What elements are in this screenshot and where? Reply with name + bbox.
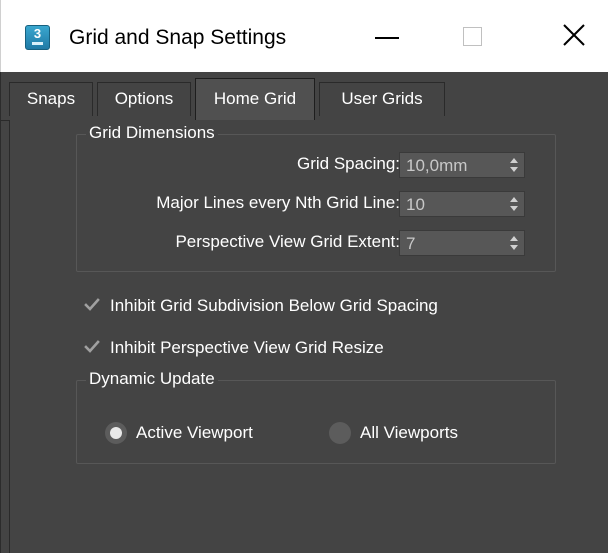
tab-snaps[interactable]: Snaps xyxy=(9,82,93,116)
window-title: Grid and Snap Settings xyxy=(69,26,287,49)
minimize-button[interactable] xyxy=(343,0,433,72)
active-viewport-radio-row[interactable]: Active Viewport xyxy=(105,421,305,445)
perspective-extent-value: 7 xyxy=(406,234,416,253)
title-bar[interactable]: 3 Grid and Snap Settings xyxy=(0,0,608,72)
dynamic-update-group: Dynamic Update Active Viewport All Viewp… xyxy=(76,368,556,464)
inhibit-resize-label: Inhibit Perspective View Grid Resize xyxy=(110,338,384,357)
all-viewports-radio[interactable] xyxy=(329,422,351,444)
spinner-arrows-icon[interactable] xyxy=(510,157,518,173)
major-lines-value: 10 xyxy=(406,195,425,214)
close-button[interactable] xyxy=(521,0,608,72)
perspective-extent-label: Perspective View Grid Extent: xyxy=(175,232,400,251)
tab-home-grid[interactable]: Home Grid xyxy=(195,78,315,120)
home-grid-panel: Grid Dimensions Grid Spacing: 10,0mm Maj… xyxy=(9,120,608,553)
tab-user-grids[interactable]: User Grids xyxy=(319,82,445,116)
all-viewports-radio-row[interactable]: All Viewports xyxy=(329,421,509,445)
grid-spacing-value: 10,0mm xyxy=(406,156,468,175)
checkmark-icon[interactable] xyxy=(84,297,100,313)
app-icon: 3 xyxy=(25,25,50,50)
active-viewport-radio[interactable] xyxy=(105,422,127,444)
maximize-button[interactable] xyxy=(433,0,523,72)
inhibit-subdivision-checkbox-row[interactable]: Inhibit Grid Subdivision Below Grid Spac… xyxy=(84,294,544,318)
grid-dimensions-title: Grid Dimensions xyxy=(86,122,218,144)
tab-options[interactable]: Options xyxy=(97,82,191,116)
all-viewports-label: All Viewports xyxy=(360,423,458,442)
minimize-icon xyxy=(375,37,399,39)
inhibit-resize-checkbox-row[interactable]: Inhibit Perspective View Grid Resize xyxy=(84,336,484,360)
major-lines-spinner[interactable]: 10 xyxy=(399,191,525,217)
active-viewport-label: Active Viewport xyxy=(136,423,253,442)
inhibit-subdivision-label: Inhibit Grid Subdivision Below Grid Spac… xyxy=(110,296,438,315)
major-lines-label: Major Lines every Nth Grid Line: xyxy=(156,193,400,212)
app-icon-number: 3 xyxy=(33,26,42,41)
checkmark-icon[interactable] xyxy=(84,339,100,355)
grid-spacing-spinner[interactable]: 10,0mm xyxy=(399,152,525,178)
dynamic-update-title: Dynamic Update xyxy=(86,368,218,390)
grid-spacing-label: Grid Spacing: xyxy=(297,154,400,173)
app-icon-bar xyxy=(32,42,43,45)
perspective-extent-spinner[interactable]: 7 xyxy=(399,230,525,256)
close-icon xyxy=(563,24,585,46)
grid-dimensions-group: Grid Dimensions Grid Spacing: 10,0mm Maj… xyxy=(76,122,556,272)
spinner-arrows-icon[interactable] xyxy=(510,235,518,251)
dialog-body: Snaps Options Home Grid User Grids Grid … xyxy=(0,72,608,553)
spinner-arrows-icon[interactable] xyxy=(510,196,518,212)
maximize-icon xyxy=(463,27,482,46)
